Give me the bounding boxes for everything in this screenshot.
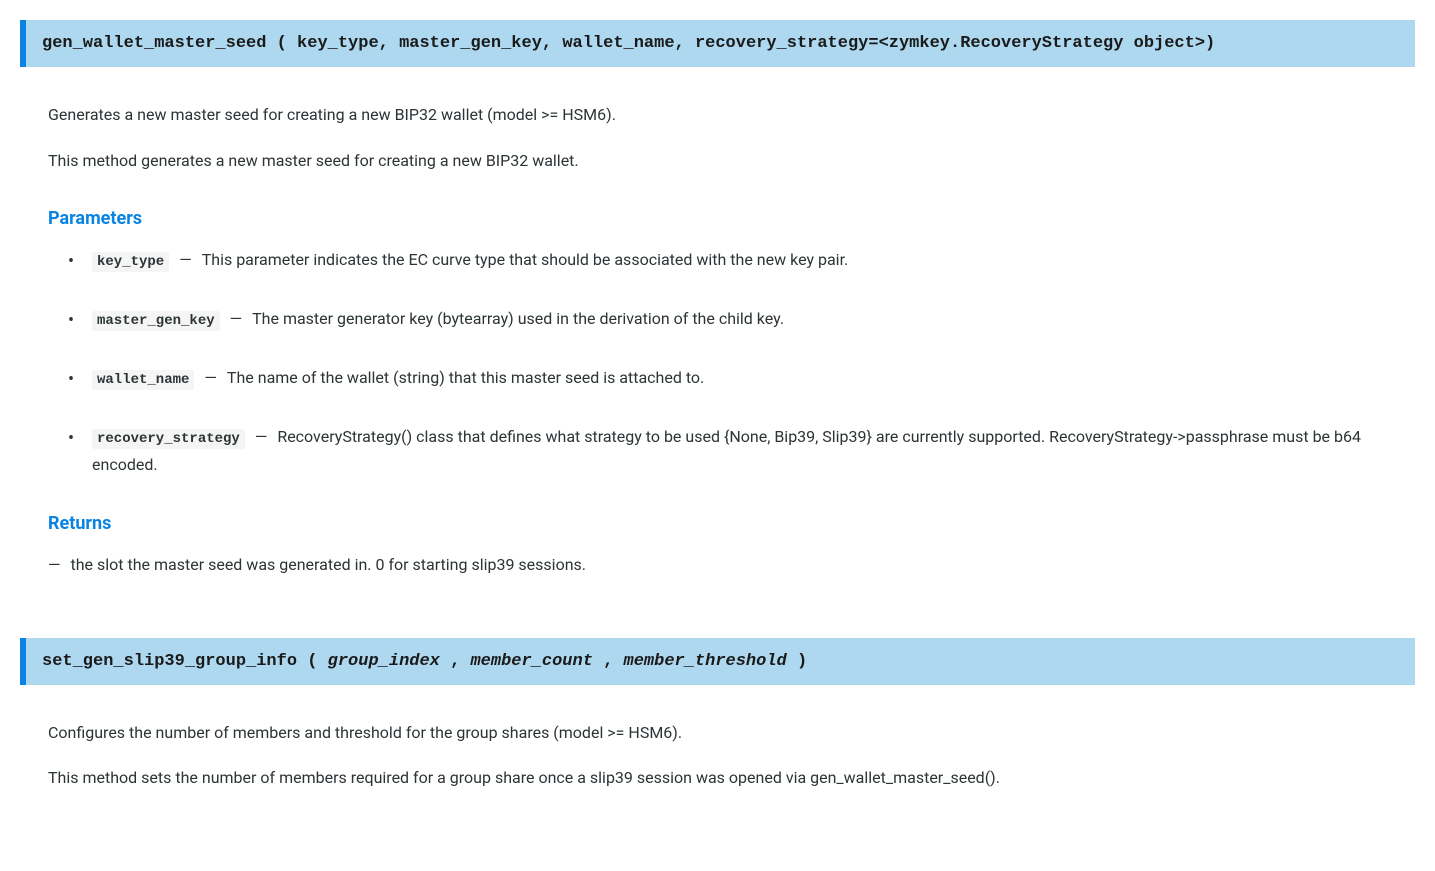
sig-param: member_threshold [624,652,787,671]
sig-param: key_type [297,34,379,53]
sig-param: wallet_name [562,34,674,53]
parameters-list: key_type — This parameter indicates the EC… [48,247,1395,478]
function-description: This method sets the number of members r… [48,765,1395,791]
parameter-item: master_gen_key — The master generator key … [68,306,1395,333]
function-content: Configures the number of members and thr… [20,720,1415,791]
param-name: recovery_strategy [92,429,245,449]
function-summary: Configures the number of members and thr… [48,720,1395,746]
returns-desc-text: the slot the master seed was generated i… [71,555,587,574]
mdash: — [230,309,243,328]
mdash: — [179,250,192,269]
param-name: master_gen_key [92,311,220,331]
function-name: set_gen_slip39_group_info [42,652,297,671]
function-summary: Generates a new master seed for creating… [48,102,1395,128]
function-doc-block: set_gen_slip39_group_info ( group_index … [20,638,1415,791]
param-desc: The name of the wallet (string) that thi… [227,368,704,387]
sig-sep: , [379,34,399,53]
paren-open: ( [266,34,297,53]
sig-param: recovery_strategy [695,34,868,53]
function-content: Generates a new master seed for creating… [20,102,1415,578]
parameter-item: recovery_strategy —RecoveryStrategy() cla… [68,424,1395,477]
param-desc: RecoveryStrategy() class that defines wh… [92,427,1361,473]
mdash: — [255,427,268,446]
mdash: — [204,368,217,387]
function-description: This method generates a new master seed … [48,148,1395,174]
returns-heading: Returns [48,513,1395,534]
parameter-item: key_type — This parameter indicates the EC… [68,247,1395,274]
sig-param: member_count [470,652,592,671]
sig-sep: , [440,652,471,671]
param-desc: This parameter indicates the EC curve ty… [202,250,849,269]
sig-equals: = [868,34,878,53]
function-signature: set_gen_slip39_group_info ( group_index … [20,638,1415,685]
returns-description: — the slot the master seed was generated … [48,552,1395,578]
sig-default: <zymkey.RecoveryStrategy object> [879,34,1205,53]
param-name: key_type [92,252,169,272]
sig-sep: , [542,34,562,53]
paren-close: ) [1205,34,1215,53]
parameter-item: wallet_name — The name of the wallet (stri… [68,365,1395,392]
paren-open: ( [297,652,328,671]
sig-param: master_gen_key [399,34,542,53]
function-name: gen_wallet_master_seed [42,34,266,53]
function-signature: gen_wallet_master_seed ( key_type, maste… [20,20,1415,67]
sig-sep: , [675,34,695,53]
mdash: — [48,555,61,574]
param-name: wallet_name [92,370,194,390]
parameters-heading: Parameters [48,208,1395,229]
function-doc-block: gen_wallet_master_seed ( key_type, maste… [20,20,1415,578]
paren-close: ) [787,652,807,671]
sig-sep: , [593,652,624,671]
sig-param: group_index [328,652,440,671]
param-desc: The master generator key (bytearray) use… [252,309,784,328]
